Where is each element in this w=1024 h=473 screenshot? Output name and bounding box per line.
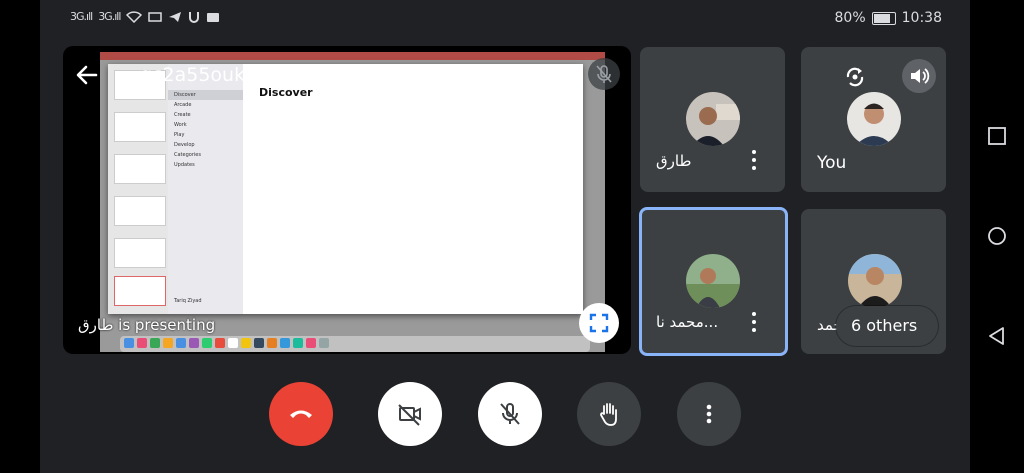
volume-icon [911,68,930,84]
speaker-button[interactable] [902,59,936,93]
app-sidebar: Discover Arcade Create Work Play Develop… [168,64,243,314]
recents-icon[interactable] [987,126,1007,146]
slide-thumb [114,112,166,142]
slide-thumb [114,196,166,226]
more-options-button[interactable] [677,382,741,446]
sidebar-item: Discover [168,90,243,100]
dock-app-icon [124,338,134,348]
dock-app-icon [176,338,186,348]
telegram-icon [169,11,182,22]
signal-icon-2: 3G.ıll [98,10,121,23]
sidebar-item: Work [174,122,187,128]
clock: 10:38 [901,10,942,26]
sidebar-item: Create [174,112,191,118]
wifi-icon [126,10,143,23]
dock-app-icon [306,338,316,348]
participant-name: You [817,153,847,173]
dock-app-icon [189,338,199,348]
sidebar-item: Arcade [174,102,192,108]
hang-up-icon [290,410,312,418]
slide-thumb [114,154,166,184]
shared-screen: Discover Arcade Create Work Play Develop… [100,52,605,352]
dock-app-icon [319,338,329,348]
dock-app-icon [215,338,225,348]
account-name: Tariq Ziyad [174,298,202,304]
camera-toggle-button[interactable] [378,382,442,446]
sidebar-item: Updates [174,162,195,168]
sidebar-item: Play [174,132,185,138]
dock-app-icon [228,338,238,348]
dock-app-icon [202,338,212,348]
participant-name: محمد نا... [656,313,719,331]
window-heading: Discover [259,86,313,99]
dock-app-icon [241,338,251,348]
avatar [686,254,740,308]
signal-icon-1: 3G.ıll [70,10,93,23]
app-main-pane: Discover [243,64,583,314]
status-bar: 3G.ıll 3G.ıll 80% 10:38 [40,6,970,32]
sidebar-item: Categories [174,152,201,158]
raise-hand-button[interactable] [577,382,641,446]
back-arrow-icon[interactable] [74,62,100,88]
muted-mic-badge [588,58,620,90]
battery-icon [871,11,896,25]
fullscreen-button[interactable] [579,303,619,343]
sidebar-item: Develop [174,142,195,148]
more-options-icon[interactable] [751,312,757,334]
camera-off-icon [398,404,421,426]
chevron-right-icon[interactable]: ▶ [281,68,290,82]
avatar [686,92,740,146]
app-store-window: Discover Arcade Create Work Play Develop… [108,64,583,314]
dock-app-icon [293,338,303,348]
more-options-icon[interactable] [751,150,757,172]
dock-app-icon [280,338,290,348]
avatar [848,254,902,308]
slide-thumb [114,238,166,268]
app-badge-icon [207,12,220,22]
mic-off-icon [596,65,612,83]
battery-percent: 80% [834,10,866,26]
dock-app-icon [267,338,277,348]
cast-icon [148,11,163,22]
mac-dock [120,336,590,352]
mic-toggle-button[interactable] [478,382,542,446]
dock-app-icon [137,338,147,348]
others-count: 6 others [851,316,918,335]
meeting-code[interactable]: gc2a55oukq [140,64,257,86]
slide-thumb [114,276,166,306]
fullscreen-icon [589,313,609,333]
switch-camera-icon[interactable] [840,62,870,92]
dock-app-icon [254,338,264,348]
u-icon [189,11,200,23]
end-call-button[interactable] [269,382,333,446]
dock-app-icon [163,338,173,348]
mac-menu-bar [100,52,605,60]
slide-thumbnails [108,64,168,314]
dock-app-icon [150,338,160,348]
participant-name: طارق [656,152,692,170]
more-vert-icon [706,404,712,424]
home-icon[interactable] [987,226,1007,246]
back-triangle-icon[interactable] [987,326,1007,346]
avatar [847,92,901,146]
hand-icon [600,403,617,426]
presenting-label: طارق is presenting [78,316,216,334]
mic-off-icon [500,403,520,425]
